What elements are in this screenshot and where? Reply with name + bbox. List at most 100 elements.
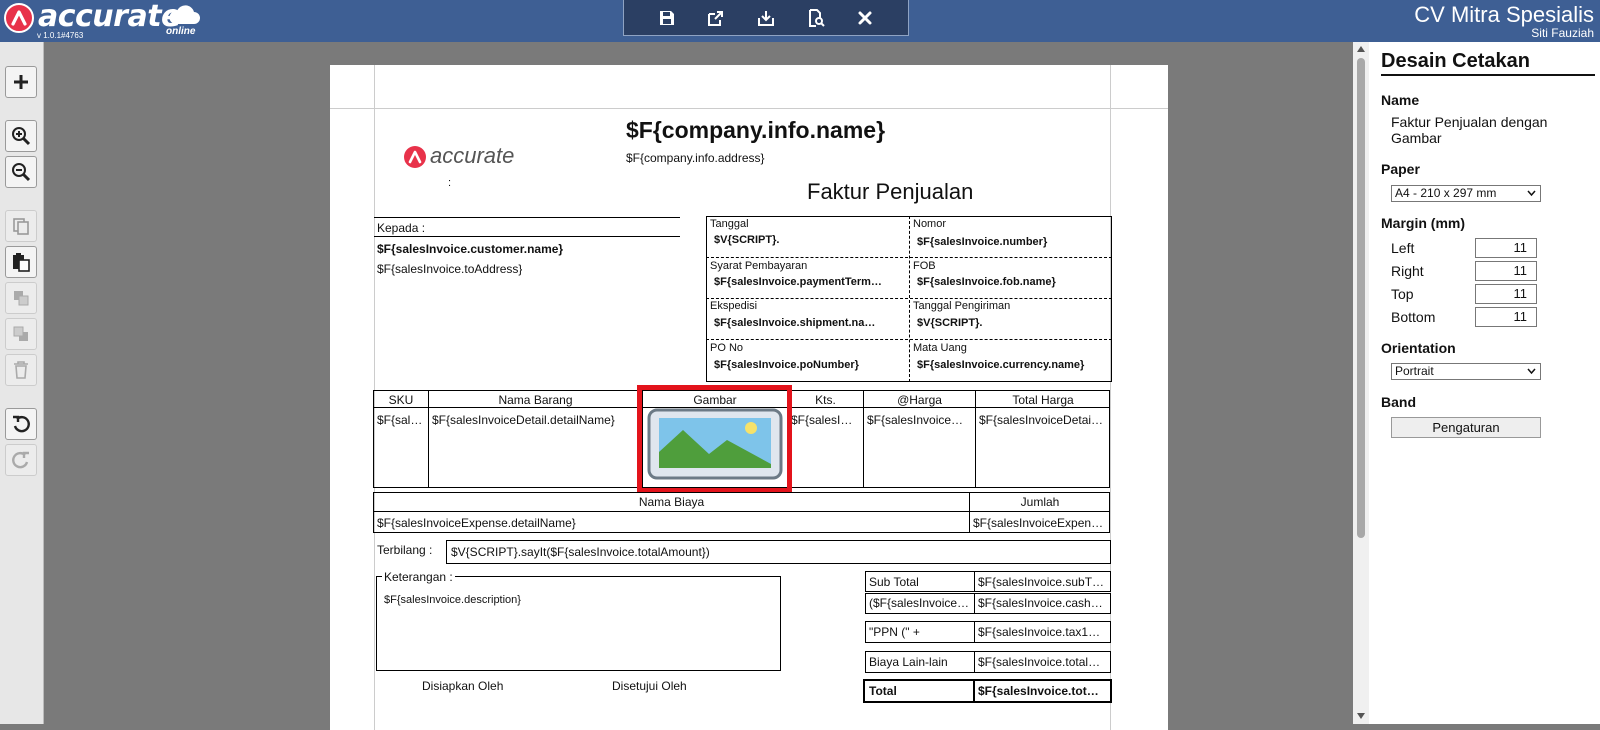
kepada-label[interactable]: Kepada : [377,221,425,235]
scroll-thumb[interactable] [1357,58,1365,538]
biaya-lain-label[interactable]: Biaya Lain-lain [869,655,972,669]
logo-online-text: online [166,26,196,37]
name-value[interactable]: Faktur Penjualan dengan Gambar [1391,114,1581,146]
margin-top-label: Top [1391,286,1414,302]
total-label[interactable]: Total [869,684,972,698]
disiapkan-label[interactable]: Disiapkan Oleh [422,679,503,693]
detail-price-field[interactable]: $F{salesInvoice… [867,413,973,427]
divider [706,257,1112,258]
col-header-kts[interactable]: Kts. [788,393,863,407]
total-field[interactable]: $F{salesInvoice.tot… [978,684,1109,698]
orientation-select-value: Portrait [1395,364,1434,378]
paste-icon[interactable] [5,246,37,278]
tanggal-label[interactable]: Tanggal [710,218,749,230]
description-field[interactable]: $F{salesInvoice.description} [384,594,521,606]
download-icon[interactable] [755,7,777,29]
tgl-kirim-label[interactable]: Tanggal Pengiriman [913,300,1010,312]
name-label: Name [1381,92,1420,108]
scroll-up-icon[interactable] [1357,45,1365,53]
company-address-field[interactable]: $F{company.info.address} [626,151,765,165]
margin-left-input[interactable]: 11 [1475,238,1537,258]
divider [374,236,680,237]
app-logo[interactable]: accurate v 1.0.1#4763 online [4,0,204,40]
terbilang-field[interactable]: $V{SCRIPT}.sayIt($F{salesInvoice.totalAm… [451,545,710,559]
ppn-label[interactable]: "PPN (" + [869,625,972,639]
syarat-label[interactable]: Syarat Pembayaran [710,260,807,272]
detail-name-field[interactable]: $F{salesInvoiceDetail.detailName} [432,413,640,427]
keterangan-label[interactable]: Keterangan : [382,570,455,584]
expense-name-field[interactable]: $F{salesInvoiceExpense.detailName} [377,516,957,530]
zoom-out-icon[interactable] [5,156,37,188]
add-icon[interactable] [5,66,37,98]
mata-uang-label[interactable]: Mata Uang [913,342,967,354]
divider [373,511,1110,512]
tanggal-field[interactable]: $V{SCRIPT}. [714,234,894,246]
fob-label[interactable]: FOB [913,260,936,272]
paper-label: Paper [1381,161,1420,177]
orientation-select[interactable]: Portrait [1391,363,1541,380]
detail-qty-field[interactable]: $F{salesI… [791,413,861,427]
fob-field[interactable]: $F{salesInvoice.fob.name} [917,276,1107,288]
col-header-nama-biaya[interactable]: Nama Biaya [374,495,969,509]
copy-icon[interactable] [5,210,37,242]
expense-amount-field[interactable]: $F{salesInvoiceExpen… [973,516,1108,530]
scroll-down-icon[interactable] [1357,712,1365,720]
mata-uang-field[interactable]: $F{salesInvoice.currency.name} [917,359,1107,371]
band-label: Band [1381,394,1416,410]
ekspedisi-label[interactable]: Ekspedisi [710,300,757,312]
detail-total-field[interactable]: $F{salesInvoiceDetai… [979,413,1108,427]
to-address-field[interactable]: $F{salesInvoice.toAddress} [377,262,522,276]
divider [973,679,975,703]
delete-icon[interactable] [5,354,37,386]
colon-text[interactable]: : [448,177,451,189]
panel-title: Desain Cetakan [1381,50,1530,72]
save-icon[interactable] [656,7,678,29]
canvas-scrollbar[interactable] [1353,42,1369,724]
biaya-lain-field[interactable]: $F{salesInvoice.total… [978,655,1109,669]
terbilang-label[interactable]: Terbilang : [377,543,432,557]
design-toolbar [623,0,909,36]
discount-field[interactable]: $F{salesInvoice.cash… [978,596,1109,610]
discount-label[interactable]: ($F{salesInvoice… [869,596,972,610]
col-header-harga[interactable]: @Harga [864,393,975,407]
close-icon[interactable] [854,7,876,29]
po-label[interactable]: PO No [710,342,743,354]
report-logo[interactable]: accurate [404,143,526,173]
paper-select[interactable]: A4 - 210 x 297 mm [1391,185,1541,202]
preview-icon[interactable] [805,7,827,29]
syarat-field[interactable]: $F{salesInvoice.paymentTerm… [714,276,904,288]
ekspedisi-field[interactable]: $F{salesInvoice.shipment.na… [714,317,904,329]
redo-icon[interactable] [5,444,37,476]
margin-top-input[interactable]: 11 [1475,284,1537,304]
po-field[interactable]: $F{salesInvoice.poNumber} [714,359,904,371]
disetujui-label[interactable]: Disetujui Oleh [612,679,687,693]
col-header-sku[interactable]: SKU [374,393,428,407]
report-page: accurate $F{company.info.name} $F{compan… [330,65,1168,730]
tgl-kirim-field[interactable]: $V{SCRIPT}. [917,317,1107,329]
undo-icon[interactable] [5,408,37,440]
chevron-down-icon [1527,368,1536,375]
col-header-nama-barang[interactable]: Nama Barang [429,393,642,407]
export-icon[interactable] [705,7,727,29]
col-header-total-harga[interactable]: Total Harga [976,393,1110,407]
col-header-jumlah[interactable]: Jumlah [970,495,1110,509]
detail-sku-field[interactable]: $F{sal… [377,413,427,427]
margin-right-input[interactable]: 11 [1475,261,1537,281]
margin-bottom-input[interactable]: 11 [1475,307,1537,327]
company-name-field[interactable]: $F{company.info.name} [626,117,885,144]
nomor-field[interactable]: $F{salesInvoice.number} [917,236,1107,248]
selected-image-element[interactable] [637,385,792,493]
zoom-in-icon[interactable] [5,120,37,152]
margin-right-label: Right [1391,263,1424,279]
send-back-icon[interactable] [5,318,37,350]
nomor-label[interactable]: Nomor [913,218,946,230]
bring-front-icon[interactable] [5,282,37,314]
margin-label: Margin (mm) [1381,215,1465,231]
subtotal-field[interactable]: $F{salesInvoice.subT… [978,575,1109,589]
report-title[interactable]: Faktur Penjualan [807,179,973,205]
band-settings-button[interactable]: Pengaturan [1391,417,1541,438]
keterangan-box[interactable] [376,576,781,671]
customer-name-field[interactable]: $F{salesInvoice.customer.name} [377,242,563,256]
subtotal-label[interactable]: Sub Total [869,575,972,589]
ppn-field[interactable]: $F{salesInvoice.tax1… [978,625,1109,639]
